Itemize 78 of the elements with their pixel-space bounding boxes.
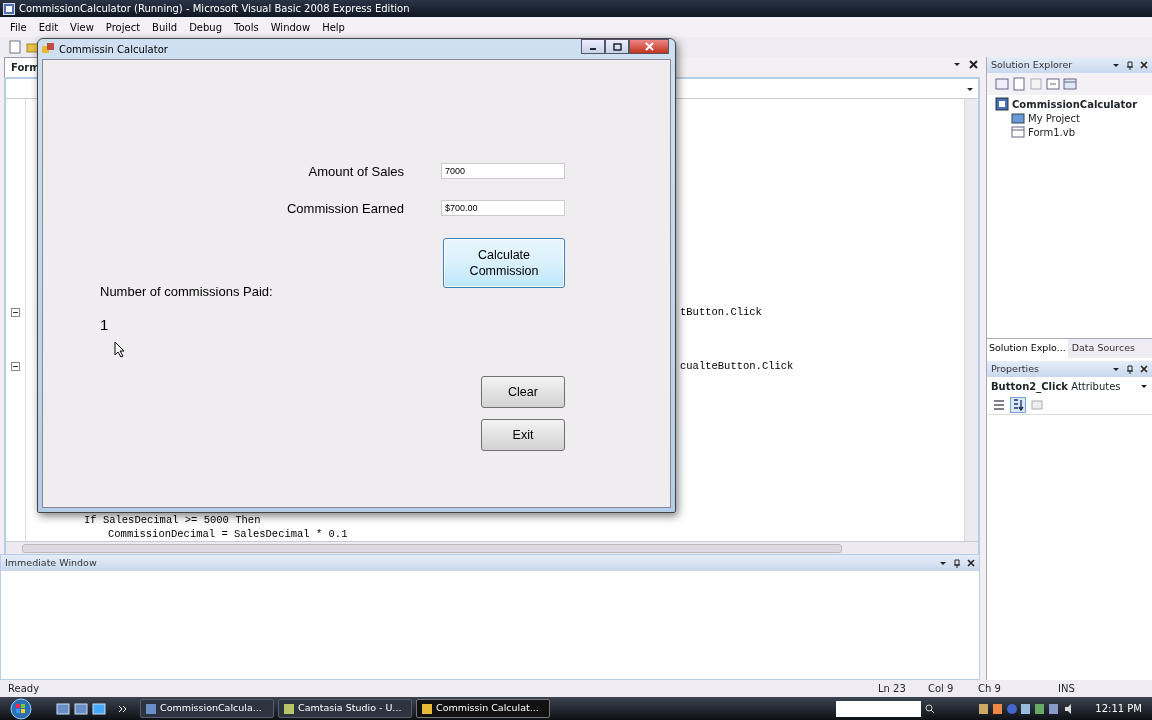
clear-button[interactable]: Clear [481, 376, 565, 408]
window-switch-icon[interactable] [74, 701, 88, 716]
panel-tab[interactable]: Solution Explo... [987, 339, 1068, 358]
project-tree[interactable]: CommissionCalculator My Project Form1.vb [995, 97, 1152, 139]
close-icon[interactable] [967, 558, 975, 567]
view-designer-icon[interactable] [1063, 77, 1077, 91]
tree-item[interactable]: My Project [1028, 110, 1080, 126]
sort-icon[interactable] [1010, 396, 1026, 413]
close-icon [644, 42, 654, 51]
status-line-number: Ln 23 [878, 682, 907, 696]
desktop-icon[interactable] [56, 701, 70, 716]
form-file-icon [1011, 125, 1025, 139]
object-selector[interactable]: Button2_Click Attributes [987, 377, 1152, 395]
menu-item[interactable]: Build [146, 19, 184, 35]
maximize-icon [612, 42, 622, 51]
folder-icon [1011, 111, 1025, 125]
browser-icon[interactable] [92, 701, 106, 716]
panel-tab[interactable]: Data Sources [1069, 339, 1137, 358]
status-text: Ready [8, 682, 41, 696]
close-icon[interactable] [969, 60, 978, 69]
collapse-icon[interactable] [11, 308, 20, 317]
clock: 12:11 PM [1095, 702, 1142, 716]
close-icon[interactable] [1140, 364, 1148, 373]
taskbar-button[interactable]: Commissin Calculat... [416, 699, 550, 718]
app-icon [421, 702, 433, 715]
taskbar-button[interactable]: Camtasia Studio - U... [278, 699, 412, 718]
search-field[interactable] [836, 700, 922, 717]
field-label: Amount of Sales [308, 163, 404, 181]
app-icon [283, 702, 295, 715]
app-icon [145, 702, 157, 715]
dropdown-icon[interactable] [1140, 382, 1148, 390]
maximize-button[interactable] [605, 39, 629, 54]
panel-title: Properties [991, 361, 1039, 376]
code-line: tButton.Click [679, 306, 763, 319]
collapse-icon[interactable] [11, 362, 20, 371]
form-icon [42, 43, 54, 55]
start-button[interactable] [10, 697, 32, 720]
search-icon[interactable] [925, 701, 936, 716]
calculate-button[interactable]: Calculate Commission [443, 238, 565, 288]
taskbar-button[interactable]: CommissionCalcula... [140, 699, 274, 718]
text-field[interactable]: $700.00 [441, 200, 565, 216]
close-button[interactable] [629, 39, 669, 54]
menu-item[interactable]: Tools [228, 19, 265, 35]
tree-item[interactable]: CommissionCalculator [1012, 96, 1138, 112]
new-file-icon [8, 40, 22, 54]
window-title: Commissin Calculator [59, 42, 168, 57]
menu-item[interactable]: Window [264, 19, 317, 35]
folder-icon [26, 40, 40, 54]
status-column-number: Col 9 [928, 682, 955, 696]
window-title: CommissionCalculator (Running) - Microsoft Visual Basic 2008 Express Edition [19, 2, 410, 16]
menu-item[interactable]: Debug [183, 19, 229, 35]
pin-icon[interactable] [1126, 60, 1134, 70]
code-line: cualteButton.Click [679, 360, 795, 373]
close-icon[interactable] [1140, 60, 1148, 69]
status-char-number: Ch 9 [978, 682, 1002, 696]
code-line: If SalesDecimal >= 5000 Then [83, 514, 262, 527]
solution-icon [995, 97, 1009, 111]
count-label: Number of commissions Paid: [100, 283, 273, 301]
pin-icon[interactable] [1126, 364, 1134, 374]
count-value: 1 [100, 315, 109, 335]
app-icon [3, 2, 15, 15]
mouse-cursor-icon [114, 341, 125, 358]
tree-item[interactable]: Form1.vb [1028, 124, 1075, 140]
status-insert-mode: INS [1058, 682, 1076, 696]
exit-button[interactable]: Exit [481, 419, 565, 451]
panel-title: Immediate Window [5, 555, 97, 570]
panel-title: Solution Explorer [991, 57, 1073, 72]
menu-item[interactable]: Project [99, 19, 147, 35]
menu-item[interactable]: View [64, 19, 100, 35]
menu-item[interactable]: Edit [32, 19, 65, 35]
pin-icon[interactable] [953, 558, 961, 568]
field-label: Commission Earned [286, 200, 404, 218]
menu-item[interactable]: File [4, 19, 33, 35]
code-line: CommissionDecimal = SalesDecimal * 0.1 [107, 528, 349, 541]
dropdown-icon[interactable] [953, 60, 961, 68]
text-field[interactable]: 7000 [441, 163, 565, 179]
minimize-button[interactable] [581, 39, 605, 54]
menu-item[interactable]: Help [316, 19, 351, 35]
